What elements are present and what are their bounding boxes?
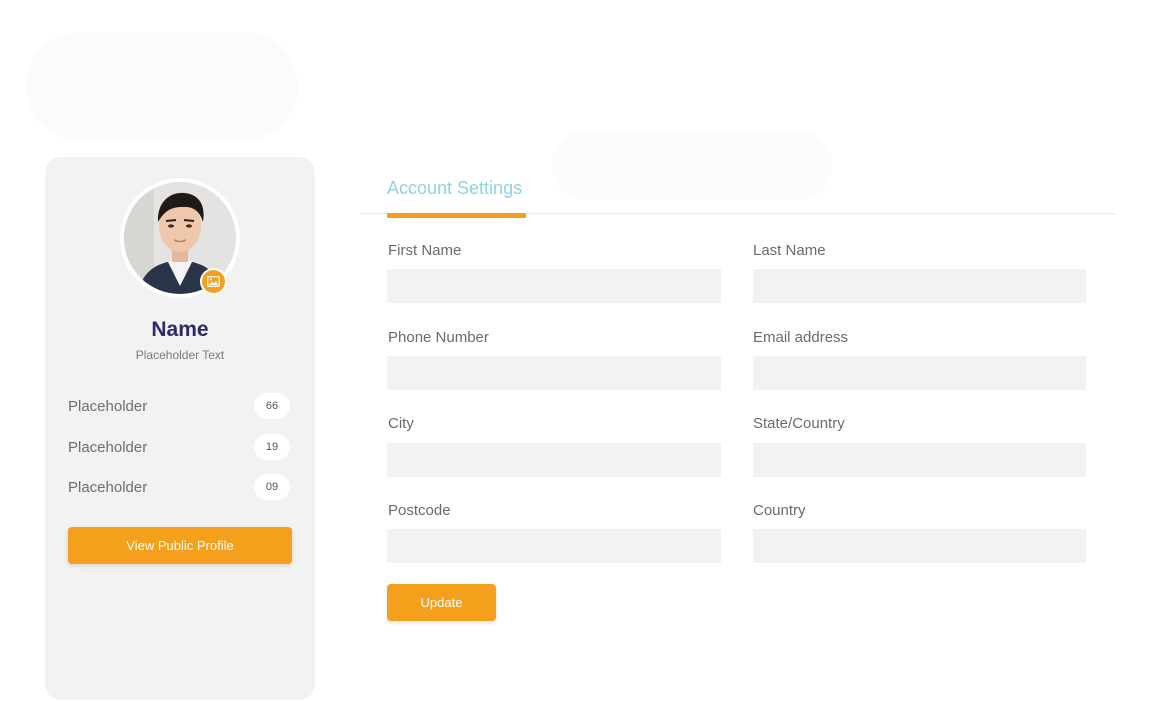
- stat-count-badge: 66: [254, 393, 290, 419]
- last-name-label: Last Name: [753, 242, 826, 259]
- stat-label: Placeholder: [68, 438, 148, 456]
- update-button[interactable]: Update: [387, 584, 496, 621]
- city-label: City: [388, 415, 414, 432]
- image-icon: [207, 276, 220, 287]
- page: Name Placeholder Text Placeholder 66 Pla…: [0, 0, 1152, 720]
- country-label: Country: [753, 502, 806, 519]
- tab-label: Account Settings: [387, 178, 523, 198]
- postcode-field[interactable]: [387, 529, 721, 563]
- last-name-field[interactable]: [753, 269, 1086, 303]
- view-public-profile-button[interactable]: View Public Profile: [68, 527, 292, 564]
- tab-active-indicator: [387, 213, 526, 218]
- phone-number-field[interactable]: [387, 356, 721, 390]
- first-name-label: First Name: [388, 242, 462, 259]
- stat-count-badge: 09: [254, 474, 290, 500]
- city-field[interactable]: [387, 443, 721, 477]
- change-photo-button[interactable]: [200, 268, 227, 295]
- first-name-field[interactable]: [387, 269, 721, 303]
- decorative-blob: [26, 32, 298, 140]
- stat-row[interactable]: Placeholder 09: [68, 473, 290, 501]
- email-label: Email address: [753, 329, 849, 346]
- postcode-label: Postcode: [388, 502, 451, 519]
- state-country-label: State/Country: [753, 415, 845, 432]
- stat-label: Placeholder: [68, 397, 148, 415]
- stat-row[interactable]: Placeholder 19: [68, 433, 290, 461]
- profile-card: Name Placeholder Text Placeholder 66 Pla…: [45, 157, 315, 700]
- stat-label: Placeholder: [68, 478, 148, 496]
- profile-name: Name: [151, 318, 209, 341]
- settings-tabbar: Account Settings: [360, 168, 1117, 218]
- phone-number-label: Phone Number: [388, 329, 489, 346]
- tab-account-settings[interactable]: Account Settings: [387, 168, 526, 218]
- country-field[interactable]: [753, 529, 1086, 563]
- stat-row[interactable]: Placeholder 66: [68, 392, 290, 420]
- state-country-field[interactable]: [753, 443, 1086, 477]
- stat-count-badge: 19: [254, 434, 290, 460]
- profile-subtitle: Placeholder Text: [135, 348, 225, 362]
- email-field[interactable]: [753, 356, 1086, 390]
